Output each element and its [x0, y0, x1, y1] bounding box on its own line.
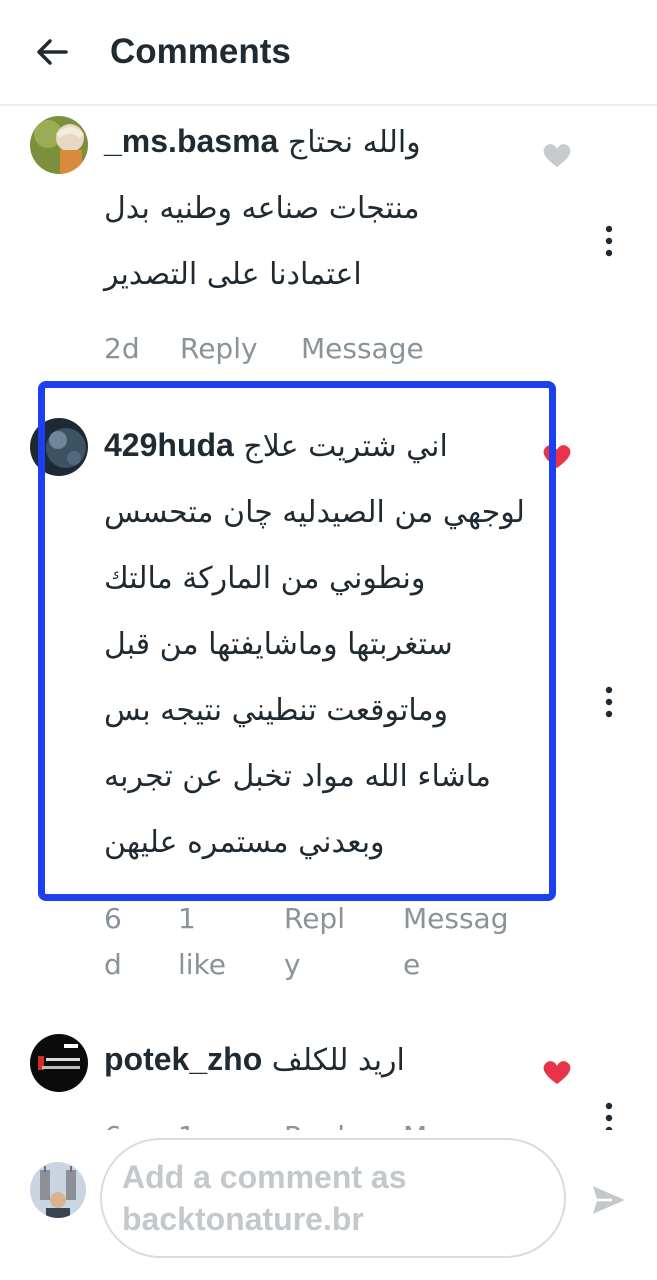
comment-text: potek_zho اريد للكلف — [104, 1041, 405, 1078]
comment-text: _ms.basma والله نحتاج منتجات صناعه وطنيه… — [104, 123, 421, 292]
comment-composer: Add a comment as backtonature.br — [0, 1130, 657, 1280]
heart-icon[interactable] — [541, 1058, 573, 1086]
comment-time: 6d — [104, 902, 122, 981]
selection-highlight — [38, 381, 556, 901]
avatar[interactable] — [30, 116, 88, 174]
more-vertical-icon[interactable] — [594, 221, 624, 261]
top-bar: Comments — [0, 0, 657, 106]
reply-button[interactable]: Reply — [180, 326, 258, 372]
comment-input[interactable]: Add a comment as backtonature.br — [100, 1138, 566, 1258]
message-button[interactable]: Message — [301, 326, 424, 372]
comment-username[interactable]: _ms.basma — [104, 123, 278, 159]
back-arrow-icon[interactable] — [30, 30, 74, 74]
send-icon[interactable] — [588, 1180, 630, 1220]
likes-count[interactable]: 1 like — [178, 896, 226, 988]
comment-input-placeholder: Add a comment as backtonature.br — [122, 1159, 407, 1237]
comment-username[interactable]: potek_zho — [104, 1041, 262, 1077]
avatar[interactable] — [30, 1034, 88, 1092]
avatar — [30, 1162, 86, 1218]
more-vertical-icon[interactable] — [594, 682, 624, 722]
comment-item: _ms.basma والله نحتاج منتجات صناعه وطنيه… — [0, 104, 657, 376]
reply-button[interactable]: Reply — [284, 896, 345, 988]
comment-time: 2d — [104, 332, 140, 365]
page-title: Comments — [110, 32, 291, 71]
comment-item: potek_zho اريد للكلف 6 1 Repl Messag — [0, 1016, 657, 1153]
message-button[interactable]: Message — [403, 896, 509, 988]
heart-icon[interactable] — [541, 141, 573, 169]
